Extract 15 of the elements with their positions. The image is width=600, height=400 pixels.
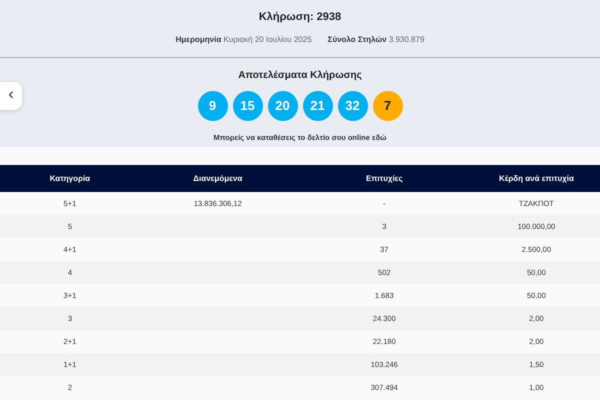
column-header: Κέρδη ανά επιτυχία (472, 165, 600, 192)
previous-button[interactable]: ‹ (0, 82, 22, 110)
results-heading: Αποτελέσματα Κλήρωσης (237, 68, 363, 82)
bonus-ball: 7 (372, 90, 402, 120)
draw-date: Ημερομηνία Κυριακή 20 Ιουλίου 2025 (176, 34, 312, 46)
number-ball: 32 (338, 90, 368, 120)
number-ball: 15 (232, 90, 262, 120)
draw-title: Κλήρωση: 2938 (258, 10, 342, 25)
column-header: Επιτυχίες (296, 165, 473, 192)
number-ball: 20 (268, 90, 298, 120)
total-columns: Σύνολο Στηλών 3.930.879 (328, 34, 424, 46)
number-ball: 9 (198, 90, 228, 120)
column-header: Κατηγορία (0, 165, 140, 192)
number-ball: 21 (302, 90, 332, 120)
column-header: Διανεμόμενα (140, 165, 296, 192)
